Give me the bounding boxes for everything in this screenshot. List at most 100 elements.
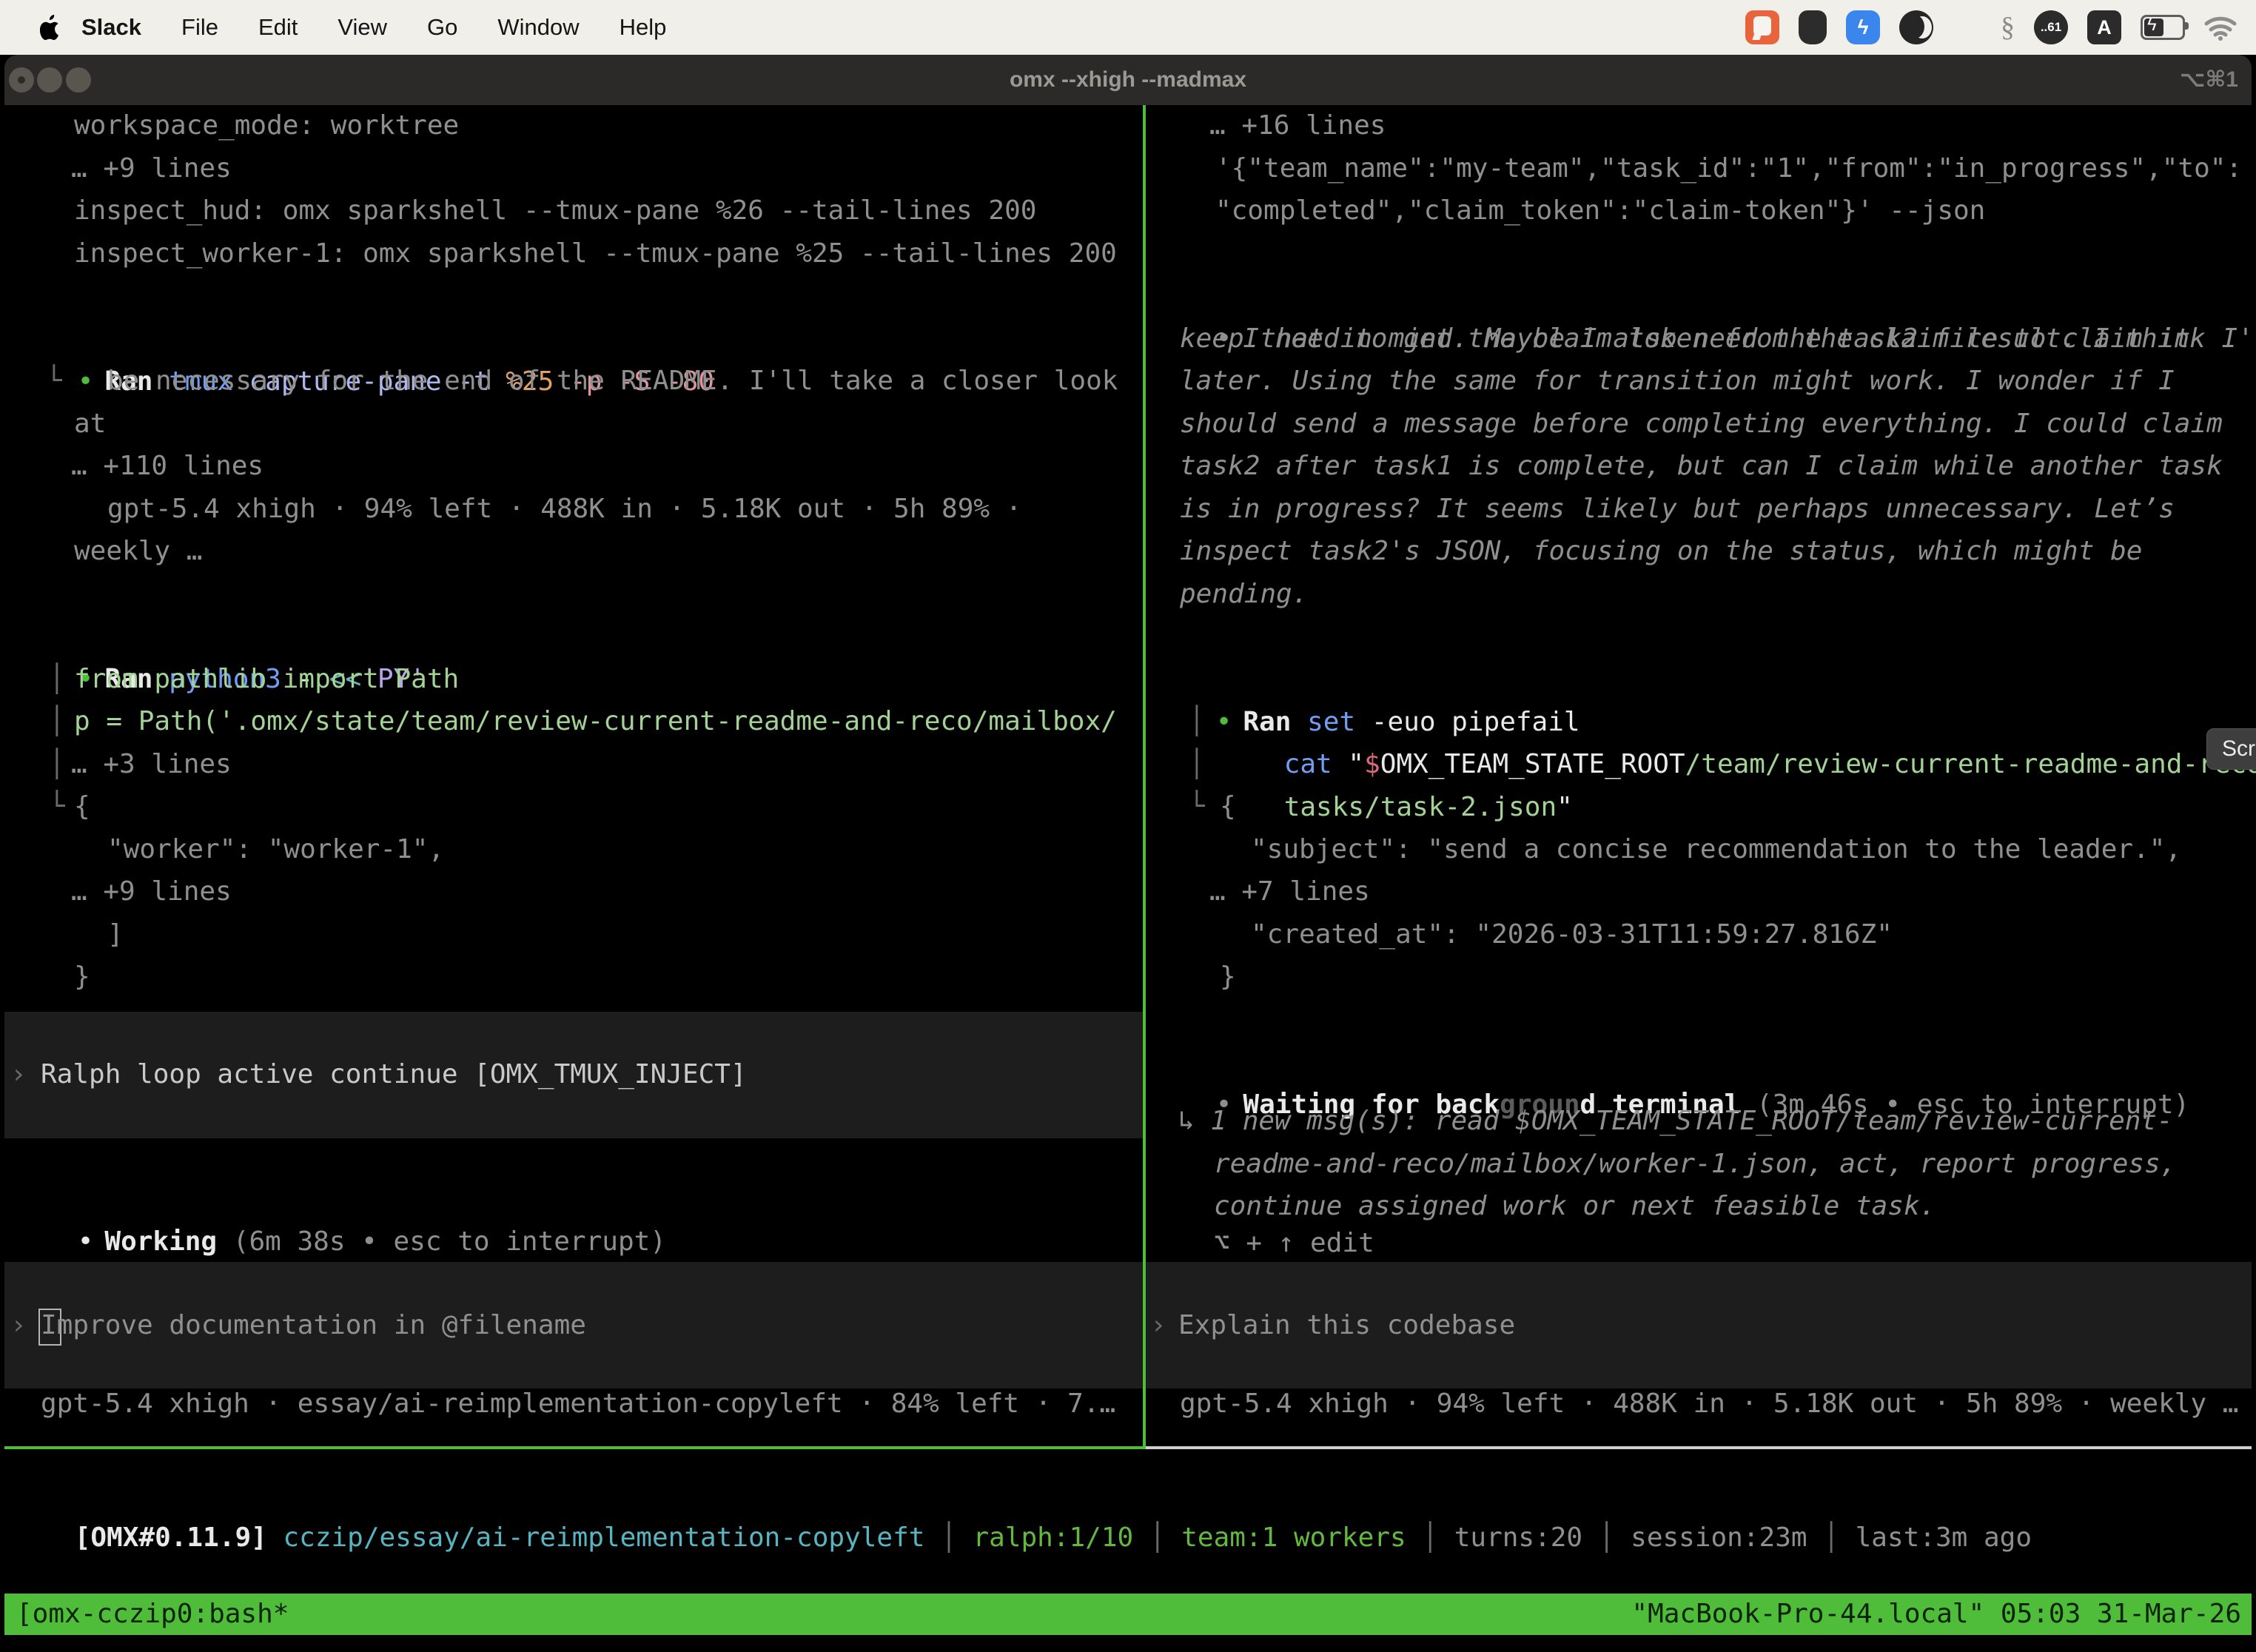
output-line: "subject": "send a concise recommendatio… bbox=[1251, 828, 2181, 871]
bullet-icon: • bbox=[78, 1226, 94, 1257]
menu-item-go[interactable]: Go bbox=[407, 14, 477, 41]
ralph-counter: ralph:1/10 bbox=[973, 1522, 1133, 1553]
output-line: … +7 lines bbox=[1209, 870, 1370, 913]
right-pane-border bbox=[1146, 1446, 2252, 1449]
pipe-connector-icon: │ bbox=[49, 658, 65, 701]
path-segment: /team/review-current-readme-and-reco/ bbox=[1685, 749, 2256, 779]
output-line: gpt-5.4 xhigh · 94% left · 488K in · 5.1… bbox=[107, 488, 1021, 531]
log-line: inspect_worker-1: omx sparkshell --tmux-… bbox=[74, 232, 1117, 275]
corner-connector-icon: └ bbox=[49, 785, 65, 828]
ran-set-command: •Ran set -euo pipefail bbox=[1152, 658, 1580, 701]
menu-item-help[interactable]: Help bbox=[600, 14, 687, 41]
menu-item-file[interactable]: File bbox=[161, 14, 238, 41]
menu-bar-status-icons: ϟ § ..61 A ϟ bbox=[1745, 0, 2237, 55]
messenger-icon[interactable]: ϟ bbox=[1846, 10, 1880, 44]
apple-icon[interactable] bbox=[40, 15, 61, 40]
prompt-icon: › bbox=[10, 1304, 27, 1347]
output-line: at bbox=[74, 403, 106, 446]
pane-divider[interactable] bbox=[1143, 105, 1146, 1449]
corner-connector-icon: └ bbox=[1189, 785, 1205, 828]
output-line: ] bbox=[107, 913, 124, 956]
output-line: weekly … bbox=[74, 530, 202, 573]
output-line: … +110 lines bbox=[71, 445, 263, 488]
input-source-icon[interactable]: A bbox=[2087, 10, 2121, 44]
output-line: "created_at": "2026-03-31T11:59:27.816Z" bbox=[1251, 913, 1893, 956]
working-meta: (6m 38s • esc to interrupt) bbox=[217, 1226, 666, 1257]
thinking-line: pending. bbox=[1180, 573, 1308, 616]
battery-icon[interactable]: ϟ bbox=[2141, 15, 2185, 40]
output-line: } bbox=[1220, 956, 1236, 998]
wifi-icon[interactable] bbox=[2204, 14, 2237, 41]
menu-item-edit[interactable]: Edit bbox=[238, 14, 318, 41]
output-line: { bbox=[1220, 785, 1236, 828]
prompt-icon: › bbox=[10, 1053, 27, 1096]
thinking-line: •I need to get the claim token from the … bbox=[1152, 275, 2256, 318]
tmux-status-bar: [omx-cczip0:bash* "MacBook-Pro-44.local"… bbox=[4, 1594, 2252, 1635]
mailbox-note-line: ↳ 1 new msg(s): read $OMX_TEAM_STATE_ROO… bbox=[1178, 1100, 2173, 1143]
corner-connector-icon: └ bbox=[46, 360, 62, 403]
log-line: '{"team_name":"my-team","task_id":"1","f… bbox=[1215, 147, 2242, 190]
ran-python-command: •Ran python3 - <<'PY' bbox=[13, 615, 426, 658]
omx-version: [OMX#0.11.9] bbox=[75, 1522, 267, 1553]
path-segment: tasks/task-2.json bbox=[1284, 792, 1557, 822]
waiting-status: •Waiting for background terminal (3m 46s… bbox=[1152, 1041, 2189, 1084]
right-pane-statusline: gpt-5.4 xhigh · 94% left · 488K in · 5.1… bbox=[1180, 1383, 2238, 1426]
privacy-shield-icon[interactable] bbox=[1799, 10, 1827, 44]
pipe-connector-icon: │ bbox=[1189, 743, 1205, 786]
pipe-connector-icon: │ bbox=[49, 743, 65, 786]
last-activity: last:3m ago bbox=[1856, 1522, 2032, 1553]
separator: │ bbox=[1582, 1522, 1631, 1553]
pipe-connector-icon: │ bbox=[1189, 700, 1205, 743]
thinking-line: inspect task2's JSON, focusing on the st… bbox=[1180, 530, 2142, 573]
quote: " bbox=[1557, 792, 1573, 822]
separator: │ bbox=[924, 1522, 973, 1553]
thinking-line: later. Using the same for transition mig… bbox=[1180, 360, 2175, 403]
code-line: from pathlib import Path bbox=[74, 658, 459, 701]
menu-item-slack[interactable]: Slack bbox=[74, 14, 161, 41]
thinking-line: keep that in mind. Maybe I also need the… bbox=[1180, 318, 2190, 360]
left-input-placeholder[interactable]: Improve documentation in @filename bbox=[41, 1304, 586, 1347]
log-line: … +9 lines bbox=[71, 147, 232, 190]
log-line: "completed","claim_token":"claim-token"}… bbox=[1215, 189, 1985, 232]
separator: │ bbox=[1807, 1522, 1856, 1553]
tmux-session-name[interactable]: [omx-cczip0:bash* bbox=[16, 1594, 289, 1635]
ran-tmux-command: •Ran tmux capture-pane -t %25 -p -S -80 bbox=[13, 318, 714, 360]
code-line: p = Path('.omx/state/team/review-current… bbox=[74, 700, 1117, 743]
inject-banner-text: Ralph loop active continue [OMX_TMUX_INJ… bbox=[41, 1053, 747, 1096]
log-line: … +16 lines bbox=[1209, 104, 1386, 147]
bullet-icon: • bbox=[78, 366, 94, 397]
code-more-line: … +3 lines bbox=[71, 743, 232, 786]
log-line: workspace_mode: worktree bbox=[74, 104, 459, 147]
thinking-line: should send a message before completing … bbox=[1180, 403, 2223, 446]
separator: │ bbox=[1406, 1522, 1454, 1553]
separator: │ bbox=[1133, 1522, 1181, 1553]
window-shortcut-badge: ⌥⌘1 bbox=[2180, 55, 2238, 105]
mailbox-note-line: readme-and-reco/mailbox/worker-1.json, a… bbox=[1214, 1143, 2176, 1186]
working-status: •Working (6m 38s • esc to interrupt) bbox=[13, 1178, 666, 1220]
turns-counter: turns:20 bbox=[1454, 1522, 1582, 1553]
screen: Slack File Edit View Go Window Help ϟ § … bbox=[0, 0, 2256, 1652]
right-input-placeholder[interactable]: Explain this codebase bbox=[1178, 1304, 1515, 1347]
screen-recording-icon[interactable] bbox=[1745, 10, 1779, 44]
screen-tooltip: Scre bbox=[2206, 728, 2256, 770]
battery-percent-badge-icon[interactable]: ..61 bbox=[2034, 10, 2068, 44]
left-pane-border bbox=[4, 1446, 1143, 1449]
output-line: "worker": "worker-1", bbox=[107, 828, 444, 871]
menu-item-view[interactable]: View bbox=[318, 14, 407, 41]
menu-item-window[interactable]: Window bbox=[477, 14, 599, 41]
pipe-connector-icon: │ bbox=[49, 700, 65, 743]
tmux-host-clock: "MacBook-Pro-44.local" 05:03 31-Mar-26 bbox=[1631, 1594, 2241, 1635]
focus-moon-icon[interactable] bbox=[1899, 10, 1933, 44]
thinking-line: task2 after task1 is complete, but can I… bbox=[1180, 445, 2223, 488]
output-line: } bbox=[74, 956, 90, 998]
cat-command-line: tasks/task-2.json" bbox=[1220, 743, 1573, 786]
menu-bar-left: Slack File Edit View Go Window Help bbox=[0, 14, 686, 41]
output-line: … +9 lines bbox=[71, 870, 232, 913]
team-counter: team:1 workers bbox=[1181, 1522, 1406, 1553]
app-grid-icon[interactable] bbox=[1953, 13, 1981, 42]
log-line: inspect_hud: omx sparkshell --tmux-pane … bbox=[74, 189, 1036, 232]
prompt-icon: › bbox=[1150, 1304, 1166, 1347]
shortcuts-icon[interactable]: § bbox=[2001, 11, 2015, 44]
output-line: { bbox=[74, 785, 90, 828]
omx-status-line: [OMX#0.11.9] cczip/essay/ai-reimplementa… bbox=[10, 1474, 2032, 1517]
